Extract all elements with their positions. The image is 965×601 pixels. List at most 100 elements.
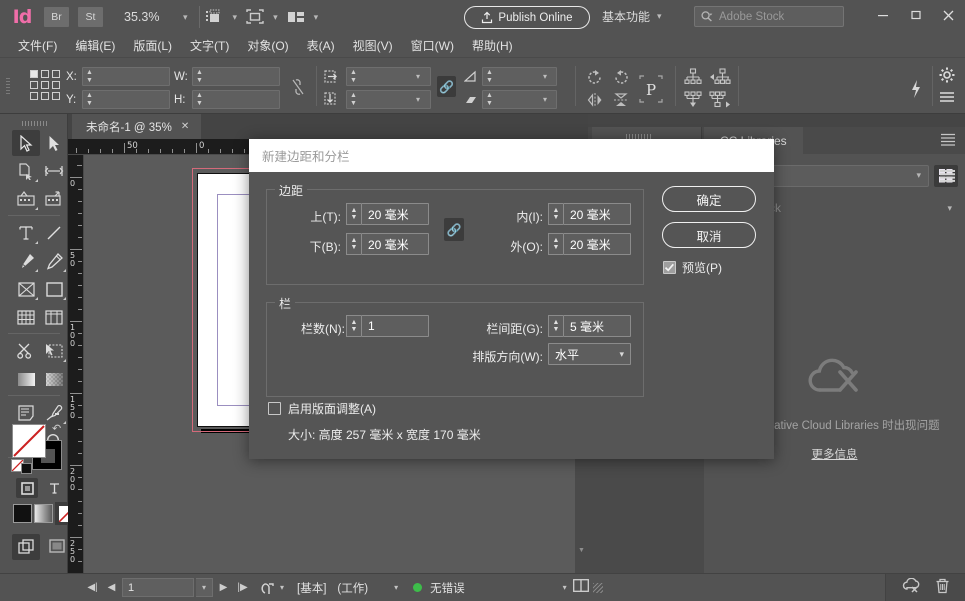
resize-grip[interactable] bbox=[592, 582, 603, 593]
view-options-icon[interactable] bbox=[204, 6, 226, 28]
gap-tool[interactable] bbox=[40, 158, 68, 184]
zoom-level-value[interactable]: 35.3% bbox=[124, 10, 170, 24]
link-margins-icon[interactable]: 🔗 bbox=[444, 218, 464, 241]
select-content-icon[interactable] bbox=[682, 90, 704, 110]
close-button[interactable] bbox=[932, 0, 965, 30]
toolbar-fill-swatch[interactable] bbox=[12, 424, 46, 458]
screen-mode-chevron-down-icon[interactable]: ▾ bbox=[266, 12, 285, 23]
line-tool[interactable] bbox=[40, 220, 68, 246]
select-container-icon[interactable] bbox=[682, 67, 704, 87]
table-tool[interactable] bbox=[12, 304, 40, 330]
transform-container-icon[interactable]: P bbox=[634, 74, 668, 104]
column-gutter-stepper[interactable]: ▲ ▼ bbox=[548, 315, 563, 337]
margin-outside-input[interactable]: 20 毫米 bbox=[563, 233, 631, 255]
bridge-launch-icon[interactable]: Br bbox=[44, 7, 69, 27]
flip-vertical-icon[interactable] bbox=[610, 90, 632, 110]
list-view-button-2[interactable] bbox=[935, 165, 959, 187]
apply-color-icon[interactable] bbox=[13, 504, 32, 523]
layout-adjustment-checkbox[interactable] bbox=[268, 402, 281, 415]
flip-horizontal-icon[interactable] bbox=[584, 90, 606, 110]
adobe-stock-search-input[interactable]: Adobe Stock bbox=[694, 6, 844, 27]
scale-y-chevron-down-icon[interactable]: ▾ bbox=[416, 95, 420, 104]
rotation-chevron-down-icon[interactable]: ▾ bbox=[543, 72, 547, 81]
stock-launch-icon[interactable]: St bbox=[78, 7, 103, 27]
margins-columns-dialog[interactable]: 新建边距和分栏 边距 上(T): ▲ ▼ 20 毫米 下(B): ▲ ▼ 20 毫米… bbox=[249, 139, 774, 459]
column-tool[interactable] bbox=[40, 304, 68, 330]
menu-item-view[interactable]: 视图(V) bbox=[344, 34, 402, 58]
document-tab-close-icon[interactable]: ✕ bbox=[181, 121, 189, 132]
w-stepper[interactable]: ▲ ▼ bbox=[194, 69, 205, 85]
margin-top-input[interactable]: 20 毫米 bbox=[361, 203, 429, 225]
arrange-documents-icon[interactable] bbox=[285, 6, 307, 28]
apply-gradient-icon[interactable] bbox=[34, 504, 53, 523]
direct-selection-tool[interactable] bbox=[40, 130, 68, 156]
next-page-button[interactable]: ▶ bbox=[215, 582, 232, 593]
rotate-clockwise-icon[interactable] bbox=[584, 67, 606, 87]
constrain-scale-link-icon[interactable]: 🔗 bbox=[437, 76, 456, 97]
zoom-chevron-down-icon[interactable]: ▾ bbox=[176, 12, 195, 23]
gear-icon[interactable] bbox=[936, 66, 958, 84]
margin-bottom-input[interactable]: 20 毫米 bbox=[361, 233, 429, 255]
selection-tool[interactable] bbox=[12, 130, 40, 156]
vertical-ruler[interactable]: 0 50 100 150 200 250 bbox=[68, 155, 84, 575]
panel-menu-icon[interactable] bbox=[940, 133, 956, 151]
more-info-link[interactable]: 更多信息 bbox=[812, 447, 858, 464]
note-tool[interactable] bbox=[12, 400, 40, 426]
pen-tool[interactable] bbox=[12, 248, 40, 274]
formatting-affects-container-icon[interactable] bbox=[16, 478, 38, 498]
cloud-disconnected-icon[interactable] bbox=[902, 577, 921, 598]
none-swatch-icon[interactable] bbox=[21, 463, 32, 474]
shear-chevron-down-icon[interactable]: ▾ bbox=[543, 95, 547, 104]
split-layout-view-icon[interactable] bbox=[572, 578, 589, 597]
tools-panel-grip[interactable] bbox=[22, 121, 48, 126]
constrain-proportions-icon[interactable] bbox=[288, 78, 308, 96]
column-gutter-input[interactable]: 5 毫米 bbox=[563, 315, 631, 337]
view-options-chevron-down-icon[interactable]: ▾ bbox=[226, 12, 245, 23]
preflight-chevron-down-icon[interactable]: ▾ bbox=[394, 583, 398, 592]
margin-outside-stepper[interactable]: ▲ ▼ bbox=[548, 233, 563, 255]
content-collector-tool[interactable] bbox=[12, 186, 40, 212]
dialog-title-bar[interactable]: 新建边距和分栏 bbox=[249, 139, 774, 172]
menu-item-edit[interactable]: 编辑(E) bbox=[66, 34, 124, 58]
swap-fill-stroke-icon[interactable]: ↶ bbox=[52, 422, 61, 435]
menu-item-type[interactable]: 文字(T) bbox=[181, 34, 238, 58]
master-page-icon[interactable]: ▾ bbox=[261, 580, 284, 596]
reference-point-selector[interactable] bbox=[30, 70, 62, 102]
last-page-button[interactable]: |▶ bbox=[234, 582, 251, 593]
minimize-button[interactable] bbox=[866, 0, 899, 30]
gradient-feather-tool[interactable] bbox=[40, 366, 68, 392]
arrange-documents-chevron-down-icon[interactable]: ▾ bbox=[307, 12, 326, 23]
ok-button[interactable]: 确定 bbox=[662, 186, 756, 212]
scale-x-stepper[interactable]: ▲ ▼ bbox=[348, 69, 359, 85]
menu-item-window[interactable]: 窗口(W) bbox=[402, 34, 463, 58]
x-stepper[interactable]: ▲ ▼ bbox=[84, 69, 95, 85]
menu-item-help[interactable]: 帮助(H) bbox=[463, 34, 522, 58]
menu-item-layout[interactable]: 版面(L) bbox=[124, 34, 181, 58]
menu-item-table[interactable]: 表(A) bbox=[298, 34, 344, 58]
document-tab[interactable]: 未命名-1 @ 35% ✕ bbox=[72, 114, 202, 139]
content-placer-tool[interactable] bbox=[40, 186, 68, 212]
quick-apply-icon[interactable] bbox=[905, 78, 927, 100]
normal-view-mode-icon[interactable] bbox=[12, 534, 40, 560]
scissors-tool[interactable] bbox=[12, 338, 40, 364]
w-input[interactable] bbox=[192, 67, 280, 86]
rectangle-tool[interactable] bbox=[40, 276, 68, 302]
pencil-tool[interactable] bbox=[40, 248, 68, 274]
x-input[interactable] bbox=[82, 67, 170, 86]
fill-stroke-proxy[interactable]: ↶ bbox=[11, 423, 62, 474]
delete-icon[interactable] bbox=[935, 578, 950, 599]
page-tool[interactable] bbox=[12, 158, 40, 184]
y-stepper[interactable]: ▲ ▼ bbox=[84, 92, 95, 108]
menu-item-object[interactable]: 对象(O) bbox=[238, 34, 297, 58]
free-transform-tool[interactable] bbox=[40, 338, 68, 364]
control-panel-menu-icon[interactable] bbox=[936, 88, 958, 106]
preview-view-mode-icon[interactable] bbox=[44, 534, 70, 560]
scroll-down-icon[interactable]: ▼ bbox=[578, 547, 585, 554]
h-stepper[interactable]: ▲ ▼ bbox=[194, 92, 205, 108]
control-bar-grip[interactable] bbox=[6, 78, 10, 96]
scale-y-stepper[interactable]: ▲ ▼ bbox=[348, 92, 359, 108]
rectangle-frame-tool[interactable] bbox=[12, 276, 40, 302]
formatting-affects-text-icon[interactable] bbox=[44, 478, 64, 498]
shear-stepper[interactable]: ▲ ▼ bbox=[484, 92, 495, 108]
workspace-switcher[interactable]: 基本功能 ▾ bbox=[602, 8, 662, 25]
